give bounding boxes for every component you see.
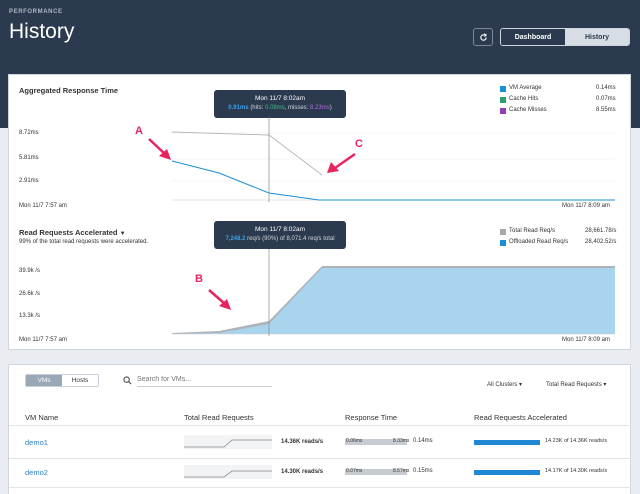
read-x-end: Mon 11/7 8:09 am <box>562 337 610 343</box>
page-title: History <box>9 20 75 43</box>
view-toggle: Dashboard History <box>500 28 630 46</box>
column-header-response-time[interactable]: Response Time <box>345 413 397 422</box>
total-read-value: 14.30K reads/s <box>281 469 324 475</box>
read-chart-plot <box>172 249 615 336</box>
offloaded-read-area <box>172 268 615 334</box>
row-divider <box>9 487 632 488</box>
column-header-total-read[interactable]: Total Read Requests <box>184 413 254 422</box>
annotation-b-label: B <box>195 273 203 285</box>
rt-right: 8.33ms <box>393 438 410 444</box>
read-sparkline <box>184 465 272 479</box>
column-header-read-accelerated[interactable]: Read Requests Accelerated <box>474 413 567 422</box>
charts-card: Aggregated Response Time Mon 11/7 8:02am… <box>8 74 631 350</box>
tab-dashboard[interactable]: Dashboard <box>501 29 565 45</box>
accelerated-value: 14.23K of 14.36K reads/s <box>545 438 608 444</box>
read-x-start: Mon 11/7 7:57 am <box>19 337 67 343</box>
search-input[interactable] <box>137 373 272 387</box>
header-divider <box>9 425 632 426</box>
column-header-vm-name[interactable]: VM Name <box>25 413 58 422</box>
tab-history[interactable]: History <box>565 29 629 45</box>
rt-avg: 0.14ms <box>413 438 433 444</box>
read-sparkline <box>184 435 272 449</box>
rt-left: 0.07ms <box>346 468 363 474</box>
total-read-value: 14.36K reads/s <box>281 439 324 445</box>
vm-link[interactable]: demo2 <box>25 468 48 477</box>
rt-avg: 0.15ms <box>413 468 433 474</box>
accelerated-bar <box>474 440 540 445</box>
caret-down-icon: ▾ <box>519 382 523 388</box>
accelerated-value: 14.17K of 14.30K reads/s <box>545 468 608 474</box>
refresh-icon <box>479 32 487 41</box>
annotation-b-arrow <box>208 289 226 305</box>
vm-host-toggle: VMs Hosts <box>25 374 99 387</box>
vm-link[interactable]: demo1 <box>25 438 48 447</box>
section-eyebrow: PERFORMANCE <box>9 9 63 15</box>
vm-table-card: VMs Hosts All Clusters ▾ Total Read Requ… <box>8 364 632 494</box>
search-icon <box>123 376 132 385</box>
filter-sort[interactable]: Total Read Requests ▾ <box>546 381 606 388</box>
rt-left: 0.06ms <box>346 438 363 444</box>
row-divider <box>9 458 632 459</box>
refresh-button[interactable] <box>473 28 493 46</box>
toggle-vms[interactable]: VMs <box>26 375 62 386</box>
filter-clusters[interactable]: All Clusters ▾ <box>487 381 522 388</box>
accelerated-bar <box>474 470 540 475</box>
toggle-hosts[interactable]: Hosts <box>62 375 98 386</box>
annotation-b <box>208 289 231 310</box>
caret-down-icon: ▾ <box>603 382 607 388</box>
rt-right: 8.57ms <box>393 468 410 474</box>
